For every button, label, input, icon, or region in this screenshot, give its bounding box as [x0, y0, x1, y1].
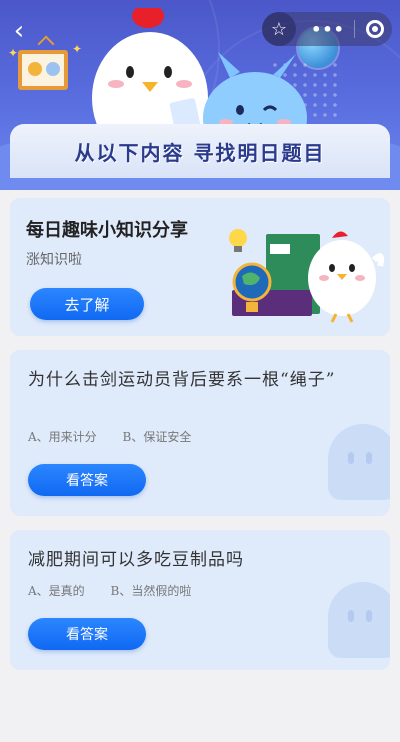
- knowledge-illustration: [229, 229, 384, 323]
- globe-icon: [232, 262, 272, 302]
- feature-card-title: 每日趣味小知识分享: [26, 220, 188, 241]
- mini-program-capsule: ☆ •••: [262, 12, 392, 46]
- award-frame-icon: [18, 50, 68, 90]
- banner-title: 从以下内容 寻找明日题目: [74, 140, 326, 165]
- more-dots-icon[interactable]: •••: [308, 12, 348, 46]
- gold-medal-icon: [28, 62, 42, 76]
- back-chevron-icon[interactable]: ‹: [8, 16, 30, 46]
- capsule-divider: [354, 20, 355, 38]
- lightbulb-icon: [229, 229, 247, 252]
- view-answer-button[interactable]: 看答案: [28, 464, 146, 496]
- option-a: A、用来计分: [28, 430, 97, 444]
- question-card: 减肥期间可以多吃豆制品吗 A、是真的 B、当然假的啦 看答案: [10, 530, 390, 670]
- close-target-icon[interactable]: [358, 12, 392, 46]
- question-options: A、是真的 B、当然假的啦: [28, 582, 213, 599]
- feature-card: 每日趣味小知识分享 涨知识啦 去了解: [10, 198, 390, 336]
- navigation-bar: ‹ ☆ •••: [0, 10, 400, 50]
- ghost-mascot-icon: [328, 582, 390, 658]
- option-a: A、是真的: [28, 584, 85, 598]
- option-b: B、当然假的啦: [110, 584, 192, 598]
- question-card: 为什么击剑运动员背后要系一根“绳子” A、用来计分 B、保证安全 看答案: [10, 350, 390, 516]
- feature-card-subtitle: 涨知识啦: [26, 252, 82, 268]
- option-b: B、保证安全: [122, 430, 192, 444]
- star-icon[interactable]: ☆: [262, 12, 296, 46]
- view-answer-button[interactable]: 看答案: [28, 618, 146, 650]
- question-title: 为什么击剑运动员背后要系一根“绳子”: [28, 370, 336, 390]
- section-banner: 从以下内容 寻找明日题目: [10, 124, 390, 178]
- question-options: A、用来计分 B、保证安全: [28, 428, 213, 445]
- ghost-mascot-icon: [328, 424, 390, 500]
- silver-medal-icon: [46, 62, 60, 76]
- question-title: 减肥期间可以多吃豆制品吗: [28, 550, 244, 570]
- learn-more-button[interactable]: 去了解: [30, 288, 144, 320]
